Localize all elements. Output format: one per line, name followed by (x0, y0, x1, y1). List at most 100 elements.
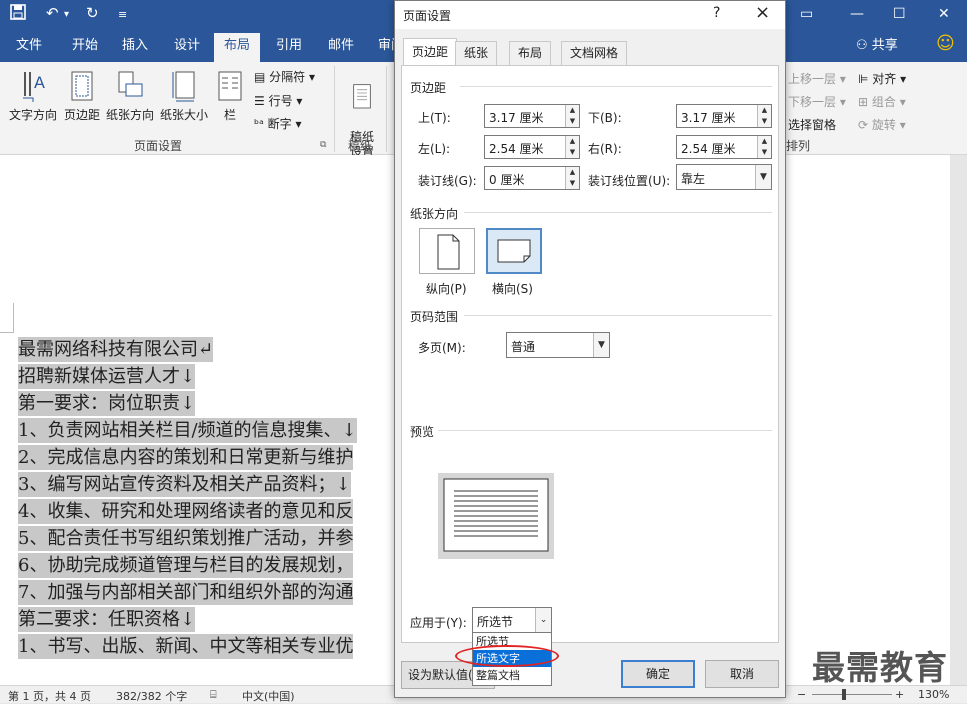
doc-line[interactable]: 7、加强与内部相关部门和组织外部的沟通 (18, 580, 354, 605)
spin-down-icon[interactable]: ▼ (565, 116, 579, 127)
tab-design[interactable]: 设计 (170, 36, 204, 62)
spin-up-icon[interactable]: ▲ (565, 105, 579, 116)
gutter-field[interactable]: 0 厘米 ▲ ▼ (484, 166, 580, 190)
tab-mailings[interactable]: 邮件 (324, 36, 358, 62)
spin-down-icon[interactable]: ▼ (565, 178, 579, 189)
doc-line[interactable]: 3、编写网站宣传资料及相关产品资料；↓ (18, 472, 351, 497)
landscape-option[interactable] (486, 228, 542, 274)
redo-icon[interactable]: ↻ (86, 4, 99, 22)
top-margin-field[interactable]: 3.17 厘米 ▲ ▼ (484, 104, 580, 128)
watermark-logo: 最需教育 (812, 648, 948, 687)
spin-up-icon[interactable]: ▲ (757, 105, 771, 116)
orientation-button[interactable]: 纸张方向 (104, 68, 156, 123)
size-label: 纸张大小 (159, 108, 208, 122)
zoom-slider[interactable] (812, 694, 892, 695)
maximize-icon[interactable]: ☐ (893, 6, 906, 22)
tab-doc-grid[interactable]: 文档网格 (561, 41, 628, 65)
close-icon[interactable]: × (755, 2, 770, 23)
spin-down-icon[interactable]: ▼ (757, 147, 771, 158)
multiple-pages-value: 普通 (511, 340, 536, 354)
tab-insert[interactable]: 插入 (118, 36, 152, 62)
dialog-launcher-icon[interactable]: ⧉ (320, 140, 326, 150)
spin-up-icon[interactable]: ▲ (565, 136, 579, 147)
doc-line[interactable]: 招聘新媒体运营人才↓ (18, 364, 196, 389)
right-margin-field[interactable]: 2.54 厘米 ▲ ▼ (676, 135, 772, 159)
zoom-out-icon[interactable]: − (797, 688, 806, 701)
send-backward-button[interactable]: 下移一层 ▾ (788, 93, 846, 110)
breaks-button[interactable]: ▤ 分隔符 ▾ (254, 68, 315, 85)
chevron-down-icon[interactable]: ▼ (755, 165, 771, 189)
doc-line[interactable]: 4、收集、研究和处理网络读者的意见和反 (18, 499, 354, 524)
margins-label: 页边距 (63, 108, 100, 122)
portrait-label[interactable]: 纵向(P) (426, 280, 467, 297)
window-close-icon[interactable]: ✕ (938, 6, 950, 22)
rotate-button[interactable]: ⟳ 旋转 ▾ (858, 116, 906, 133)
zoom-level[interactable]: 130% (918, 688, 949, 701)
tab-home[interactable]: 开始 (68, 36, 102, 62)
help-icon[interactable]: ? (713, 5, 720, 21)
spin-up-icon[interactable]: ▲ (565, 167, 579, 178)
undo-icon[interactable]: ↶ (46, 4, 59, 22)
spin-down-icon[interactable]: ▼ (565, 147, 579, 158)
ok-button[interactable]: 确定 (621, 660, 695, 688)
share-button[interactable]: ⚇ 共享 (852, 36, 902, 62)
margin-corner-mark (0, 303, 14, 333)
word-count[interactable]: 382/382 个字 (116, 688, 187, 704)
save-icon[interactable] (10, 4, 26, 24)
orientation-section-title: 纸张方向 (410, 207, 459, 221)
doc-line[interactable]: 1、书写、出版、新闻、中文等相关专业优 (18, 634, 354, 659)
margins-button[interactable]: 页边距 (62, 68, 102, 123)
share-label: 共享 (871, 38, 898, 53)
apply-to-select[interactable]: 所选节 ⌄ (472, 607, 552, 633)
divider (386, 66, 387, 152)
cancel-button[interactable]: 取消 (705, 660, 779, 688)
zoom-thumb[interactable] (842, 689, 846, 700)
gutter-position-select[interactable]: 靠左 ▼ (676, 164, 772, 190)
preview-section-title: 预览 (410, 425, 435, 439)
language-indicator[interactable]: 中文(中国) (242, 688, 295, 704)
selection-pane-button[interactable]: 选择窗格 (788, 116, 836, 133)
spin-up-icon[interactable]: ▲ (757, 136, 771, 147)
tab-layout[interactable]: 布局 (509, 41, 552, 65)
minimize-icon[interactable]: — (850, 6, 864, 22)
bottom-margin-field[interactable]: 3.17 厘米 ▲ ▼ (676, 104, 772, 128)
group-button[interactable]: ⊞ 组合 ▾ (858, 93, 906, 110)
margins-icon (71, 71, 93, 101)
tab-file[interactable]: 文件 (12, 36, 46, 62)
text-direction-button[interactable]: A 文字方向 (8, 68, 58, 123)
proofing-icon[interactable]: ⌸ (210, 688, 217, 702)
doc-line[interactable]: 第二要求：任职资格↓ (18, 607, 196, 632)
tab-references[interactable]: 引用 (272, 36, 306, 62)
tab-margins[interactable]: 页边距 (403, 38, 458, 66)
page-setup-group-label: 页面设置 (134, 139, 183, 153)
undo-dropdown-icon[interactable]: ▾ (64, 9, 69, 20)
customize-icon[interactable]: ≡ (118, 8, 127, 21)
chevron-down-icon[interactable]: ▼ (593, 333, 609, 357)
align-button[interactable]: ⊫ 对齐 ▾ (858, 70, 906, 87)
left-margin-field[interactable]: 2.54 厘米 ▲ ▼ (484, 135, 580, 159)
tab-paper[interactable]: 纸张 (455, 41, 498, 65)
dropdown-option[interactable]: 整篇文档 (473, 667, 551, 684)
send-backward-label: 下移一层 (788, 95, 837, 109)
page-count[interactable]: 第 1 页，共 4 页 (8, 688, 91, 704)
doc-line[interactable]: 6、协助完成频道管理与栏目的发展规划， (18, 553, 354, 578)
multiple-pages-select[interactable]: 普通 ▼ (506, 332, 610, 358)
line-numbers-button[interactable]: ☰ 行号 ▾ (254, 92, 302, 109)
doc-line[interactable]: 2、完成信息内容的策划和日常更新与维护 (18, 445, 354, 470)
columns-button[interactable]: 栏 (216, 68, 244, 123)
portrait-option[interactable] (419, 228, 475, 274)
spin-down-icon[interactable]: ▼ (757, 116, 771, 127)
zoom-in-icon[interactable]: + (895, 688, 904, 701)
bring-forward-button[interactable]: 上移一层 ▾ (788, 70, 846, 87)
hyphenation-button[interactable]: ᵇᵃ 断字 ▾ (254, 115, 302, 132)
doc-line[interactable]: 1、负责网站相关栏目/频道的信息搜集、↓ (18, 418, 357, 443)
smiley-icon[interactable]: ☺ (932, 34, 959, 60)
tab-layout[interactable]: 布局 (214, 33, 261, 62)
doc-line[interactable]: 第一要求：岗位职责↓ (18, 391, 196, 416)
doc-line[interactable]: 最需网络科技有限公司↵ (18, 337, 214, 362)
doc-line[interactable]: 5、配合责任书写组织策划推广活动，并参 (18, 526, 354, 551)
ribbon-display-icon[interactable]: ▭ (800, 6, 813, 22)
chevron-down-icon[interactable]: ⌄ (535, 608, 551, 632)
landscape-label[interactable]: 横向(S) (492, 280, 533, 297)
size-button[interactable]: 纸张大小 (158, 68, 210, 123)
